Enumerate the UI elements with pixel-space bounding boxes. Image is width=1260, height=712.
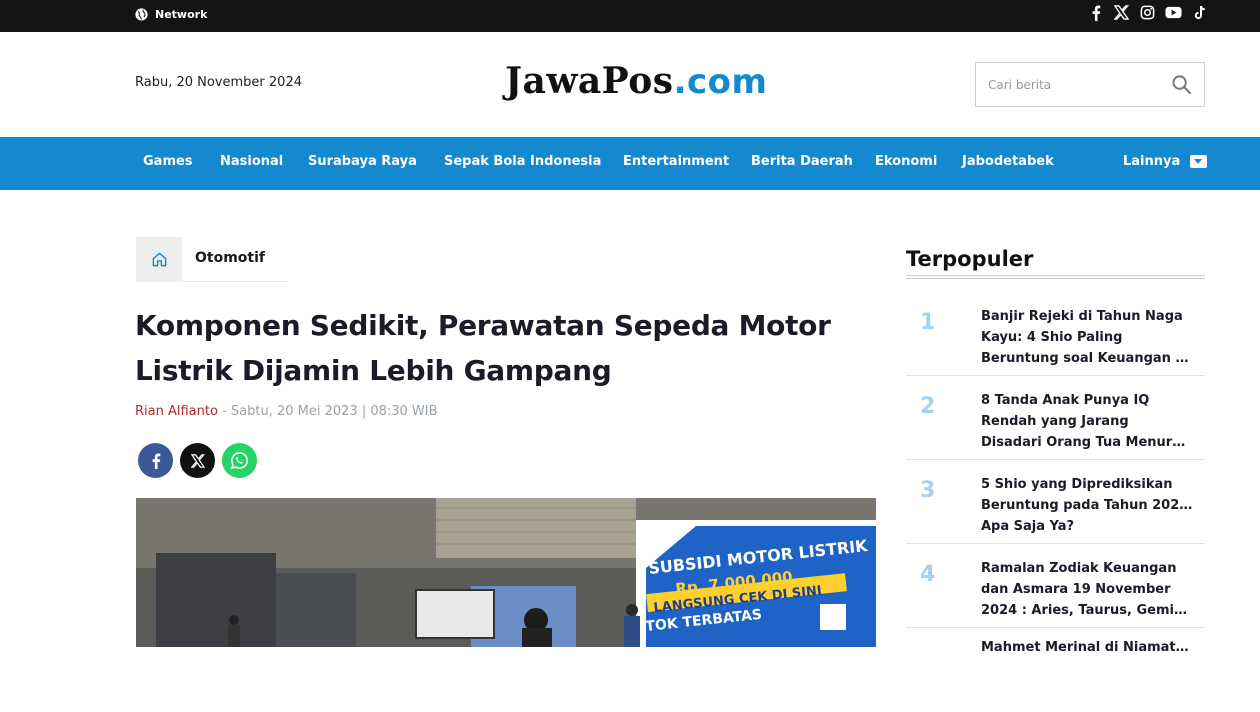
popular-item-line: Beruntung pada Tahun 2025, — [981, 498, 1193, 513]
popular-item[interactable]: Mahmet Merinal di Niamat 2... — [906, 628, 1205, 712]
popular-item-title: 8 Tanda Anak Punya IQ Rendah yang Jarang… — [981, 390, 1193, 453]
network-menu[interactable]: Network — [135, 6, 207, 22]
share-whatsapp-button[interactable] — [222, 443, 257, 478]
popular-item[interactable]: 2 8 Tanda Anak Punya IQ Rendah yang Jara… — [906, 376, 1205, 460]
popular-item[interactable]: 1 Banjir Rejeki di Tahun Naga Kayu: 4 Sh… — [906, 292, 1205, 376]
youtube-icon[interactable] — [1165, 4, 1182, 21]
popular-item-line: dan Asmara 19 November — [981, 582, 1171, 597]
article-datetime: - Sabtu, 20 Mei 2023 | 08:30 WIB — [217, 404, 438, 419]
nav-item-sepak-bola-indonesia[interactable]: Sepak Bola Indonesia — [444, 154, 601, 169]
nav-item-ekonomi[interactable]: Ekonomi — [875, 154, 937, 169]
nav-item-games[interactable]: Games — [143, 154, 193, 169]
x-icon — [190, 453, 205, 468]
logo-domain: .com — [673, 62, 768, 102]
popular-item-number: 2 — [920, 394, 936, 419]
globe-icon — [135, 7, 148, 21]
facebook-icon[interactable] — [1087, 4, 1104, 21]
nav-item-surabaya-raya[interactable]: Surabaya Raya — [308, 154, 417, 169]
article-title: Komponen Sedikit, Perawatan Sepeda Motor… — [135, 309, 831, 387]
nav-item-berita-daerah[interactable]: Berita Daerah — [751, 154, 853, 169]
tiktok-icon[interactable] — [1191, 4, 1208, 21]
nav-item-nasional[interactable]: Nasional — [220, 154, 283, 169]
current-date: Rabu, 20 November 2024 — [135, 75, 302, 90]
x-icon[interactable] — [1113, 4, 1130, 21]
nav-more-label: Lainnya — [1123, 154, 1181, 169]
breadcrumb-category[interactable]: Otomotif — [195, 250, 265, 266]
search-icon[interactable] — [1171, 74, 1192, 95]
whatsapp-icon — [230, 452, 248, 470]
divider — [906, 275, 1205, 276]
search-input[interactable] — [976, 63, 1161, 106]
popular-item-title: 5 Shio yang Diprediksikan Beruntung pada… — [981, 474, 1193, 537]
sidebar-title: Terpopuler — [906, 247, 1034, 271]
popular-item-line: Disadari Orang Tua Menuru... — [981, 435, 1193, 450]
share-buttons — [138, 443, 257, 478]
popular-item-title: Mahmet Merinal di Niamat 2... — [981, 637, 1193, 658]
chevron-down-icon — [1190, 155, 1208, 168]
site-header: Rabu, 20 November 2024 JawaPos .com — [0, 32, 1260, 137]
popular-sidebar: Terpopuler 1 Banjir Rejeki di Tahun Naga… — [906, 247, 1205, 655]
popular-item-line: 8 Tanda Anak Punya IQ — [981, 393, 1150, 408]
popular-item-line: Banjir Rejeki di Tahun Naga — [981, 309, 1183, 324]
popular-item-line: Ramalan Zodiak Keuangan — [981, 561, 1177, 576]
breadcrumb: Otomotif — [136, 237, 287, 282]
popular-item-line: 2024 : Aries, Taurus, Gemini,... — [981, 603, 1193, 618]
popular-item-line: 5 Shio yang Diprediksikan — [981, 477, 1173, 492]
site-logo[interactable]: JawaPos .com — [505, 60, 767, 106]
popular-item-line: Mahmet Merinal di Niamat 2... — [981, 640, 1193, 655]
popular-item[interactable]: 4 Ramalan Zodiak Keuangan dan Asmara 19 … — [906, 544, 1205, 628]
nav-more-dropdown[interactable]: Lainnya — [1123, 154, 1208, 169]
divider — [906, 278, 1205, 279]
article-author[interactable]: Rian Alfianto — [135, 404, 218, 419]
popular-item-line: Apa Saja Ya? — [981, 519, 1075, 534]
popular-item[interactable]: 3 5 Shio yang Diprediksikan Beruntung pa… — [906, 460, 1205, 544]
article-meta: Rian Alfianto - Sabtu, 20 Mei 2023 | 08:… — [135, 404, 438, 419]
popular-item-number: 3 — [920, 478, 936, 503]
network-label: Network — [155, 7, 208, 21]
home-icon[interactable] — [136, 237, 182, 282]
popular-item-title: Banjir Rejeki di Tahun Naga Kayu: 4 Shio… — [981, 306, 1193, 369]
popular-item-line: Kayu: 4 Shio Paling — [981, 330, 1123, 345]
popular-item-number: 1 — [920, 310, 936, 335]
article-hero-image: SUBSIDI MOTOR LISTRIK Rp. 7.000.000 LANG… — [136, 498, 876, 647]
popular-item-line: Beruntung soal Keuangan d... — [981, 351, 1193, 366]
facebook-icon — [152, 453, 160, 469]
nav-item-jabodetabek[interactable]: Jabodetabek — [962, 154, 1054, 169]
nav-item-entertainment[interactable]: Entertainment — [623, 154, 729, 169]
instagram-icon[interactable] — [1139, 4, 1156, 21]
popular-item-line: Rendah yang Jarang — [981, 414, 1129, 429]
popular-item-number: 4 — [920, 562, 936, 587]
popular-item-title: Ramalan Zodiak Keuangan dan Asmara 19 No… — [981, 558, 1193, 621]
share-facebook-button[interactable] — [138, 443, 173, 478]
social-links — [1087, 4, 1208, 21]
top-bar: Network — [0, 0, 1260, 32]
main-nav: Games Nasional Surabaya Raya Sepak Bola … — [0, 137, 1260, 190]
logo-main: JawaPos — [505, 60, 674, 102]
search-box — [975, 62, 1205, 107]
share-x-button[interactable] — [180, 443, 215, 478]
